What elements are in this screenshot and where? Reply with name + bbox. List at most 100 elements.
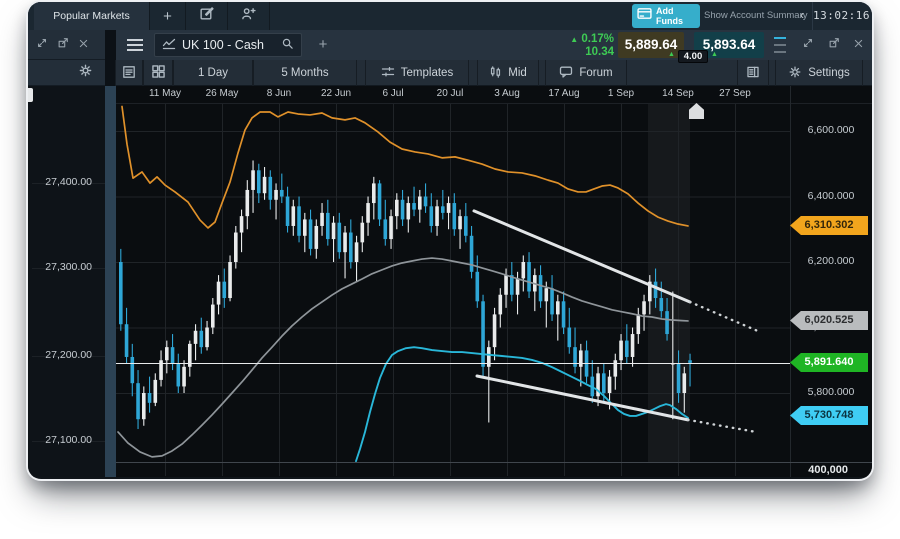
left-panel-price-axis: [28, 86, 105, 477]
grid-icon: [151, 64, 166, 82]
candle-body: [182, 367, 186, 387]
upper-trendline-dotted: [690, 302, 758, 331]
candle-body: [366, 203, 370, 223]
page-background: Popular Markets + AddFunds Show Account …: [0, 0, 900, 539]
price-tag: 6,020.525: [790, 311, 868, 330]
candle-body: [631, 334, 635, 357]
add-window-button[interactable]: [228, 2, 270, 30]
gear-icon[interactable]: [78, 63, 93, 83]
candle-body: [499, 295, 503, 315]
candle-body: [246, 190, 250, 216]
range-selector[interactable]: 5 Months: [253, 60, 357, 86]
candle-body: [608, 377, 612, 393]
price-type-label: Mid: [508, 67, 527, 79]
expand-icon[interactable]: [36, 36, 48, 54]
candle-body: [493, 314, 497, 347]
side-panel-toggle[interactable]: [737, 60, 769, 86]
spread-value: 4.00: [678, 50, 708, 63]
candle-body: [401, 200, 405, 220]
chart-legend-button[interactable]: [115, 60, 143, 86]
chart-line-icon: [162, 38, 176, 53]
candle-body: [269, 177, 273, 200]
candle-body: [355, 242, 359, 262]
candle-body: [476, 272, 480, 301]
candle-body: [642, 301, 646, 314]
up-triangle-icon: ▲: [711, 51, 718, 58]
candle-body: [458, 216, 462, 229]
price-depth-icon[interactable]: [774, 37, 786, 53]
panel-right-icon: [746, 65, 760, 82]
search-icon[interactable]: [281, 37, 294, 53]
date-axis[interactable]: 11 May26 May8 Jun22 Jun6 Jul20 Jul3 Aug1…: [116, 86, 872, 104]
candle-body: [602, 373, 606, 393]
candlestick-chart[interactable]: [116, 104, 790, 476]
date-tick-label: 14 Sep: [662, 88, 694, 99]
price-type-button[interactable]: Mid: [477, 60, 539, 86]
candle-body: [504, 275, 508, 295]
date-tick-label: 20 Jul: [437, 88, 464, 99]
close-icon[interactable]: [78, 36, 89, 54]
candle-body: [660, 298, 664, 311]
panel-splitter[interactable]: [105, 86, 116, 477]
sliders-icon: [381, 65, 395, 82]
price-axis-separator: [790, 86, 791, 477]
card-icon: [637, 7, 652, 25]
price-tag: 5,730.748: [790, 406, 868, 425]
candle-body: [435, 206, 439, 226]
add-workspace-tab-button[interactable]: +: [150, 2, 186, 30]
add-chart-tab-button[interactable]: +: [312, 33, 334, 57]
workspace-tab-popular-markets[interactable]: Popular Markets: [34, 2, 150, 30]
chart-menu-button[interactable]: [122, 35, 148, 55]
settings-button[interactable]: Settings: [775, 60, 863, 86]
candle-body: [223, 282, 227, 298]
add-funds-button[interactable]: AddFunds: [632, 4, 700, 28]
candle-body: [131, 357, 135, 383]
instrument-selector[interactable]: UK 100 - Cash: [154, 33, 302, 57]
candle-body: [625, 341, 629, 357]
candle-body: [470, 236, 474, 272]
candle-body: [395, 200, 399, 216]
session-clock: 13:02:16: [812, 2, 870, 30]
candle-body: [315, 226, 319, 249]
candle-body: [136, 383, 140, 419]
close-icon[interactable]: [853, 36, 864, 54]
workspace-topbar: Popular Markets + AddFunds Show Account …: [28, 2, 872, 30]
left-price-axis-label: 27,200.00: [34, 349, 92, 361]
candle-body: [205, 328, 209, 348]
price-axis-label: 6,200.000: [796, 255, 866, 267]
date-tick-label: 3 Aug: [494, 88, 520, 99]
candle-body: [418, 197, 422, 210]
date-tick-label: 26 May: [206, 88, 239, 99]
volume-pane-divider[interactable]: [116, 462, 872, 463]
candle-body: [384, 219, 388, 239]
candle-body: [430, 206, 434, 226]
candle-body: [545, 288, 549, 301]
lower-band-cyan: [356, 347, 688, 461]
candle-body: [665, 311, 669, 334]
candle-body: [200, 331, 204, 347]
candle-body: [637, 314, 641, 334]
edit-workspace-button[interactable]: [186, 2, 228, 30]
forum-button[interactable]: Forum: [545, 60, 627, 86]
date-tick-label: 8 Jun: [267, 88, 291, 99]
chart-window-controls: [794, 30, 872, 60]
candle-body: [119, 262, 123, 324]
left-panel-tab-marker[interactable]: [28, 88, 33, 102]
candle-body: [677, 364, 681, 393]
layout-grid-button[interactable]: [143, 60, 173, 86]
candle-body: [412, 203, 416, 210]
templates-button[interactable]: Templates: [365, 60, 469, 86]
candle-body: [688, 360, 692, 363]
settings-label: Settings: [808, 67, 850, 79]
show-account-summary-link[interactable]: Show Account Summary: [704, 2, 808, 30]
popout-icon[interactable]: [57, 36, 69, 54]
expand-icon[interactable]: [802, 36, 814, 54]
popout-icon[interactable]: [828, 36, 840, 54]
collapse-chevron-icon[interactable]: ‹: [800, 2, 804, 30]
list-icon: [122, 65, 136, 82]
edit-workspace-icon: [199, 6, 214, 26]
speech-bubble-icon: [559, 65, 573, 82]
date-tick-label: 27 Sep: [719, 88, 751, 99]
interval-selector[interactable]: 1 Day: [173, 60, 253, 86]
candle-body: [424, 197, 428, 207]
